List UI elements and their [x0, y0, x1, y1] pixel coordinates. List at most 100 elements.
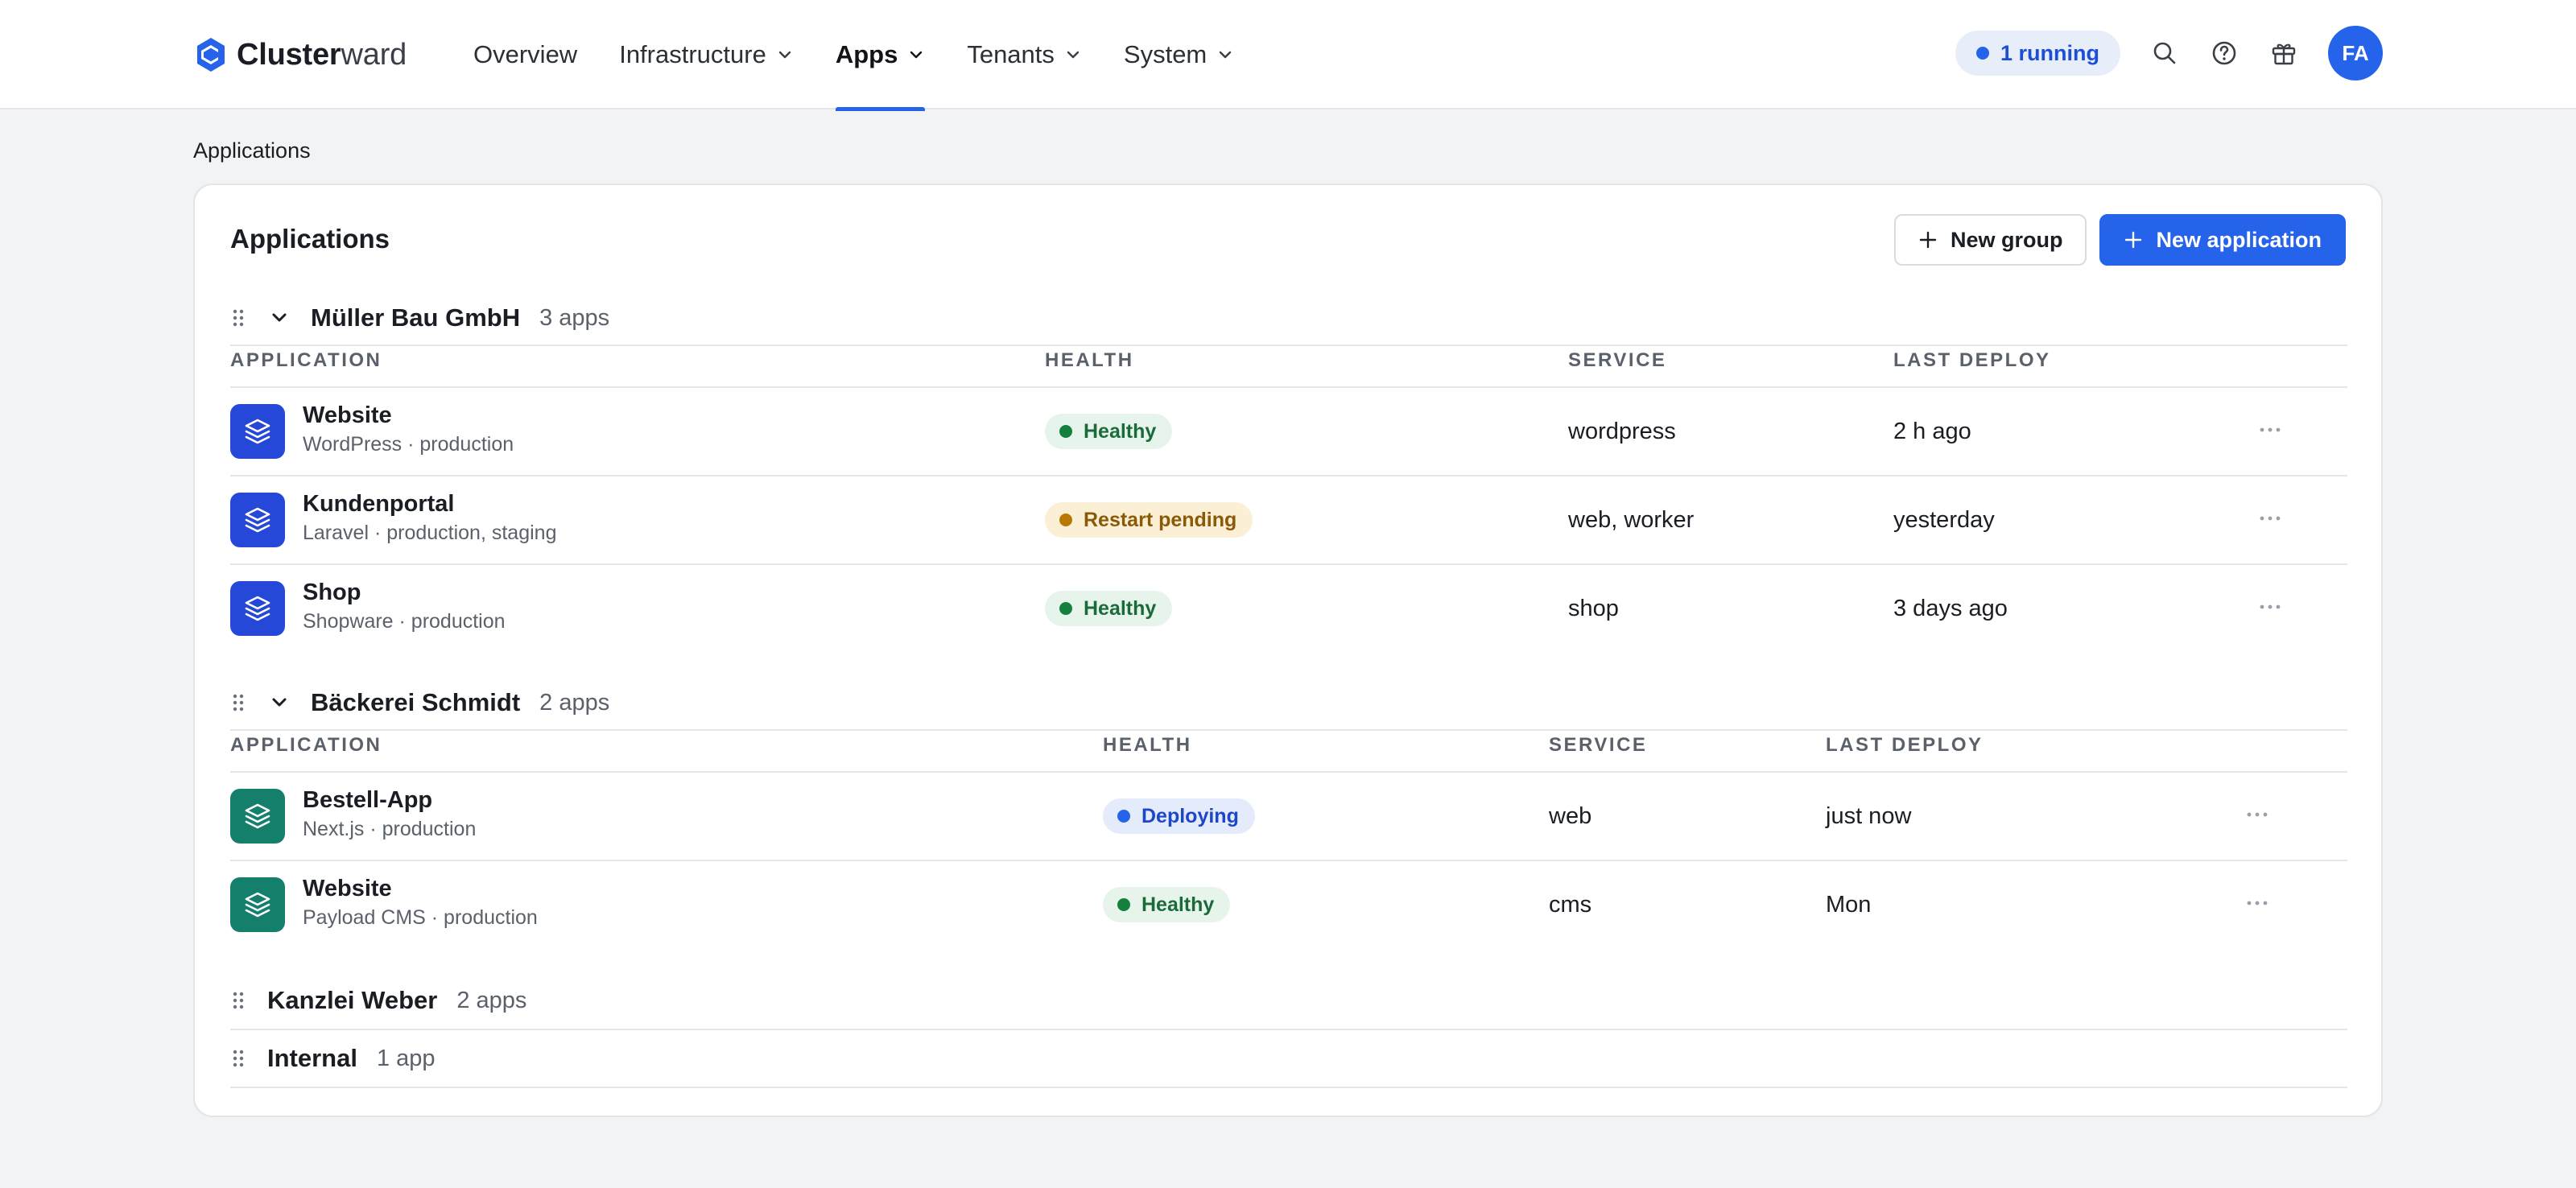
new-group-button[interactable]: New group — [1893, 214, 2087, 266]
app-meta: Shopware · production — [303, 610, 506, 633]
service-cell: web, worker — [1568, 507, 1695, 533]
column-header-health: Health — [1103, 734, 1192, 756]
top-bar: Clusterward Overview Infrastructure Apps… — [0, 0, 2576, 111]
divider — [230, 344, 2347, 346]
column-header-last-deploy: Last deploy — [1893, 349, 2051, 371]
more-actions-icon[interactable] — [2243, 810, 2272, 826]
help-icon[interactable] — [2209, 38, 2240, 68]
applications-card: Applications New group New application M… — [193, 184, 2383, 1117]
divider — [230, 475, 2347, 476]
top-right-actions: 1 running FA — [1955, 26, 2383, 80]
group-name: Internal — [267, 1044, 357, 1072]
divider — [230, 386, 2347, 388]
chevron-down-icon — [776, 46, 794, 64]
column-header-health: Health — [1045, 349, 1134, 371]
app-stack-icon — [230, 789, 285, 844]
group-header-mueller-bau[interactable]: Müller Bau GmbH 3 apps — [230, 290, 2347, 346]
service-cell: shop — [1568, 596, 1619, 621]
new-group-label: New group — [1950, 227, 2063, 252]
drag-handle-icon[interactable] — [230, 989, 246, 1012]
status-dot — [1059, 602, 1072, 615]
status-badge: Restart pending — [1045, 502, 1253, 538]
brand-logo[interactable]: Clusterward — [195, 35, 407, 74]
app-name[interactable]: Website — [303, 876, 392, 902]
search-icon[interactable] — [2149, 38, 2180, 68]
nav-apps[interactable]: Apps — [835, 0, 926, 111]
group-header-internal[interactable]: Internal 1 app — [230, 1030, 2347, 1087]
app-name[interactable]: Website — [303, 402, 392, 429]
last-deploy-cell: 3 days ago — [1893, 596, 2008, 621]
chevron-down-icon — [907, 46, 925, 64]
running-label: 1 running — [2000, 40, 2099, 65]
group-app-count: 2 apps — [456, 987, 527, 1013]
nav-overview[interactable]: Overview — [473, 0, 577, 109]
column-header-application: Application — [230, 349, 382, 371]
status-dot — [1117, 898, 1130, 911]
nav-system[interactable]: System — [1124, 0, 1234, 109]
last-deploy-cell: yesterday — [1893, 507, 1995, 533]
column-header-application: Application — [230, 734, 382, 756]
group-app-count: 1 app — [376, 1045, 436, 1071]
last-deploy-cell: just now — [1826, 803, 1912, 829]
more-actions-icon[interactable] — [2256, 425, 2285, 441]
group-name: Kanzlei Weber — [267, 986, 438, 1014]
app-meta: Payload CMS · production — [303, 906, 538, 929]
drag-handle-icon[interactable] — [230, 691, 246, 714]
card-actions: New group New application — [1893, 214, 2346, 266]
clusterward-logo-icon — [197, 38, 225, 72]
status-dot — [1117, 810, 1130, 823]
status-dot — [1059, 425, 1072, 438]
app-name[interactable]: Kundenportal — [303, 491, 455, 518]
more-actions-icon[interactable] — [2256, 514, 2285, 530]
app-name[interactable]: Bestell-App — [303, 787, 432, 814]
chevron-down-icon[interactable] — [267, 306, 291, 330]
service-cell: cms — [1549, 892, 1592, 918]
app-meta: WordPress · production — [303, 433, 514, 456]
app-meta: Next.js · production — [303, 818, 477, 840]
group-name: Bäckerei Schmidt — [311, 688, 521, 716]
breadcrumb[interactable]: Applications — [193, 138, 311, 163]
page-title: Applications — [230, 224, 390, 254]
more-actions-icon[interactable] — [2256, 602, 2285, 618]
status-badge: Healthy — [1045, 414, 1173, 449]
divider — [230, 860, 2347, 861]
status-dot — [1976, 47, 1989, 60]
status-badge: Healthy — [1045, 591, 1173, 626]
divider — [230, 729, 2347, 731]
group-app-count: 2 apps — [539, 689, 610, 716]
group-name: Müller Bau GmbH — [311, 303, 521, 332]
main-nav: Overview Infrastructure Apps Tenants Sys… — [473, 0, 1276, 111]
chevron-down-icon — [1064, 46, 1082, 64]
service-cell: web — [1549, 803, 1592, 829]
running-status-pill[interactable]: 1 running — [1955, 31, 2120, 76]
divider — [230, 563, 2347, 565]
divider — [230, 1087, 2347, 1088]
group-header-baeckerei-schmidt[interactable]: Bäckerei Schmidt 2 apps — [230, 674, 2347, 731]
app-stack-icon — [230, 877, 285, 932]
app-stack-icon — [230, 493, 285, 547]
divider — [230, 771, 2347, 773]
last-deploy-cell: 2 h ago — [1893, 419, 1971, 444]
status-dot — [1059, 514, 1072, 526]
app-name[interactable]: Shop — [303, 580, 361, 606]
column-header-service: Service — [1568, 349, 1667, 371]
status-badge: Deploying — [1103, 798, 1255, 834]
last-deploy-cell: Mon — [1826, 892, 1872, 918]
app-stack-icon — [230, 404, 285, 459]
column-header-service: Service — [1549, 734, 1648, 756]
plus-icon — [1919, 231, 1937, 249]
new-application-label: New application — [2156, 227, 2322, 252]
nav-infrastructure[interactable]: Infrastructure — [619, 0, 794, 109]
chevron-down-icon[interactable] — [267, 691, 291, 715]
chevron-down-icon — [1216, 46, 1234, 64]
drag-handle-icon[interactable] — [230, 1047, 246, 1070]
new-application-button[interactable]: New application — [2099, 214, 2346, 266]
nav-tenants[interactable]: Tenants — [967, 0, 1082, 109]
drag-handle-icon[interactable] — [230, 307, 246, 329]
plus-icon — [2125, 231, 2142, 249]
more-actions-icon[interactable] — [2243, 898, 2272, 914]
status-badge: Healthy — [1103, 887, 1231, 922]
user-avatar[interactable]: FA — [2328, 26, 2383, 80]
gift-icon[interactable] — [2268, 38, 2299, 68]
group-header-kanzlei-weber[interactable]: Kanzlei Weber 2 apps — [230, 972, 2347, 1029]
